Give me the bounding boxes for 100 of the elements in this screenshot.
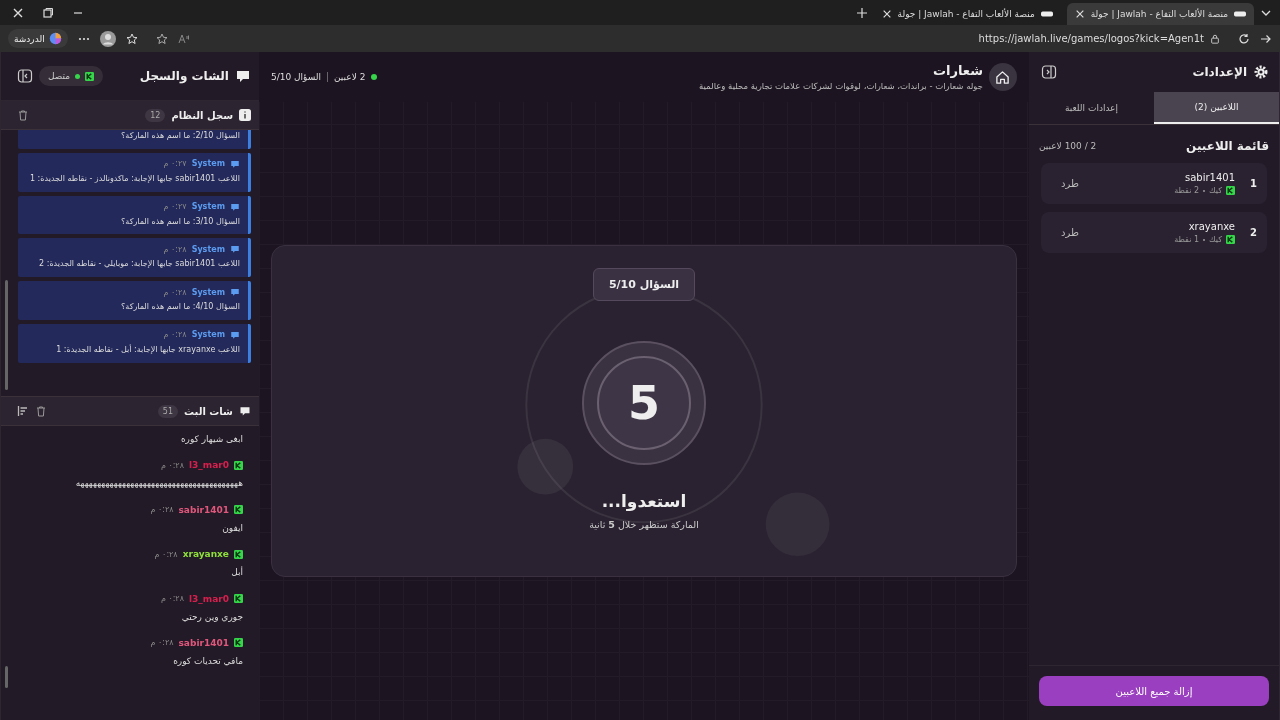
align-icon[interactable] <box>17 405 29 417</box>
sidebar-toggle-icon[interactable] <box>1040 64 1057 80</box>
message-time: ٠:٢٨ م <box>160 594 184 604</box>
tab-title: جولة | Jawlah - منصة الألعاب التفاع <box>897 9 1035 19</box>
trash-icon[interactable] <box>35 405 47 417</box>
player-points: 1 نقطة <box>1174 235 1200 244</box>
restore-icon[interactable] <box>42 6 54 19</box>
chat-bubble-icon <box>229 244 240 255</box>
chat-username: l3_mar0 <box>188 593 229 604</box>
player-count: 2 لاعبين <box>334 72 366 82</box>
game-title: شعارات <box>931 63 983 78</box>
chat-bubble-icon <box>229 201 240 212</box>
question-number: السؤال 5/10 <box>270 72 321 82</box>
chat-message: ابغى شيهار كوره <box>179 433 243 446</box>
forward-icon[interactable] <box>1260 32 1272 45</box>
player-platform: كيك <box>1209 235 1222 244</box>
player-rank: 2 <box>1249 227 1257 238</box>
scrollbar[interactable] <box>5 280 8 390</box>
platform-icon <box>233 460 243 470</box>
avatar-icon[interactable] <box>99 30 116 47</box>
kick-button[interactable]: طرد <box>1054 226 1085 239</box>
close-icon[interactable] <box>881 9 892 19</box>
chat-message: مافي تحديات كوره <box>172 654 243 668</box>
plus-icon[interactable] <box>855 6 868 19</box>
message-time: ٠:٢٨ م <box>163 287 187 297</box>
message-time: ٠:٢٨ م <box>150 638 174 648</box>
sender-name: System <box>191 287 225 297</box>
log-text: اللاعب xrayanxe جابها الإجابة: أبل - نقاطه الجديدة: 1 <box>55 344 240 356</box>
message-time: ٠:٢٨ م <box>163 330 187 340</box>
count-badge: 12 <box>145 108 166 122</box>
chat-bubble-icon <box>229 287 240 298</box>
home-button[interactable] <box>988 63 1017 91</box>
ready-heading: استعدوا... <box>601 491 687 511</box>
chat-bubble-icon <box>238 405 251 417</box>
sender-name: System <box>191 202 225 212</box>
close-icon[interactable] <box>1074 9 1085 19</box>
panel-title: الشات والسجل <box>139 69 229 83</box>
glow-circle <box>517 438 574 495</box>
copilot-icon <box>48 32 62 45</box>
player-rank: 1 <box>1249 178 1257 189</box>
trash-icon[interactable] <box>17 109 29 121</box>
sender-name: System <box>191 330 225 340</box>
info-icon <box>238 109 251 121</box>
platform-icon <box>85 71 95 81</box>
chat-bubble-icon <box>229 330 240 340</box>
message-time: ٠:٢٨ م <box>163 244 187 254</box>
kick-button[interactable]: طرد <box>1054 177 1085 190</box>
message-time: ٠:٢٨ م <box>160 460 184 470</box>
list-title: قائمة اللاعبين <box>1186 139 1269 153</box>
sender-name: System <box>191 159 225 169</box>
scrollbar[interactable] <box>5 666 8 688</box>
message-time: ٠:٢٧ م <box>163 159 187 169</box>
status-text: متصل <box>48 71 71 81</box>
message-time: ٠:٢٧ م <box>163 202 187 212</box>
log-text: اللاعب sabir1401 جابها الإجابة: موبايلي - نقاطه الجديدة: 2 <box>38 258 240 271</box>
player-capacity: 2 / 100 لاعبين <box>1038 141 1097 151</box>
star-icon[interactable] <box>155 32 168 45</box>
lock-icon <box>1210 33 1220 44</box>
section-title: سجل النظام <box>171 109 233 121</box>
settings-tab[interactable]: إعدادات اللعبة <box>1028 92 1154 124</box>
platform-icon <box>233 549 243 559</box>
countdown-number: 5 <box>596 356 691 450</box>
favorites-icon[interactable] <box>125 32 138 45</box>
count-badge: 51 <box>157 404 178 418</box>
chat-username: sabir1401 <box>178 504 229 515</box>
tab-title: جولة | Jawlah - منصة الألعاب التفاع <box>1090 9 1228 19</box>
gear-icon <box>1253 64 1269 80</box>
platform-icon <box>233 594 243 604</box>
message-time: ٠:٢٨ م <box>150 505 174 515</box>
log-text: السؤال 4/10: ما اسم هذه الماركة؟ <box>120 301 240 314</box>
browser-tab[interactable]: جولة | Jawlah - منصة الألعاب التفاع <box>1066 3 1254 25</box>
player-name: sabir1401 <box>1183 172 1235 183</box>
chat-message: جوري وين رحتي <box>180 610 243 624</box>
favicon-icon <box>1040 10 1053 18</box>
chat-message: هههههههههههههههههههههههههههههههههههههههه <box>74 477 243 491</box>
favicon-icon <box>1234 10 1246 18</box>
log-text: اللاعب sabir1401 جابها الإجابة: ماكدونالدز - نقاطه الجديدة: 1 <box>28 172 240 185</box>
home-icon <box>995 69 1011 85</box>
url-field[interactable]: https://jawlah.live/games/logos?kick=Agen1t <box>147 28 1228 49</box>
platform-icon <box>233 505 243 515</box>
sender-name: System <box>191 244 225 254</box>
message-time: ٠:٢٨ م <box>154 549 178 559</box>
panel-title: الإعدادات <box>1192 65 1247 79</box>
player-name: xrayanxe <box>1187 221 1235 232</box>
refresh-icon[interactable] <box>1238 32 1250 45</box>
chat-message: أبل <box>230 565 243 580</box>
settings-tab[interactable]: اللاعبين (2) <box>1154 92 1279 124</box>
chat-username: l3_mar0 <box>188 460 229 471</box>
remove-all-button[interactable]: إزالة جميع اللاعبين <box>1038 676 1269 706</box>
copilot-button[interactable]: الدردشة <box>8 29 68 48</box>
question-badge: السؤال 5/10 <box>592 268 696 301</box>
close-icon[interactable] <box>12 6 24 19</box>
online-dot <box>371 74 378 80</box>
read-aloud-icon[interactable] <box>177 32 190 45</box>
browser-tab[interactable]: جولة | Jawlah - منصة الألعاب التفاع <box>873 3 1061 25</box>
url-text: https://jawlah.live/games/logos?kick=Agen1t <box>978 33 1204 44</box>
game-description: جوله شعارات - براندات، شعارات، لوقوات لشركات علامات تجارية محلية وعالمية <box>699 81 983 91</box>
sidebar-toggle-icon[interactable] <box>17 68 33 84</box>
platform-icon <box>233 638 243 648</box>
chat-username: xrayanxe <box>182 549 229 560</box>
